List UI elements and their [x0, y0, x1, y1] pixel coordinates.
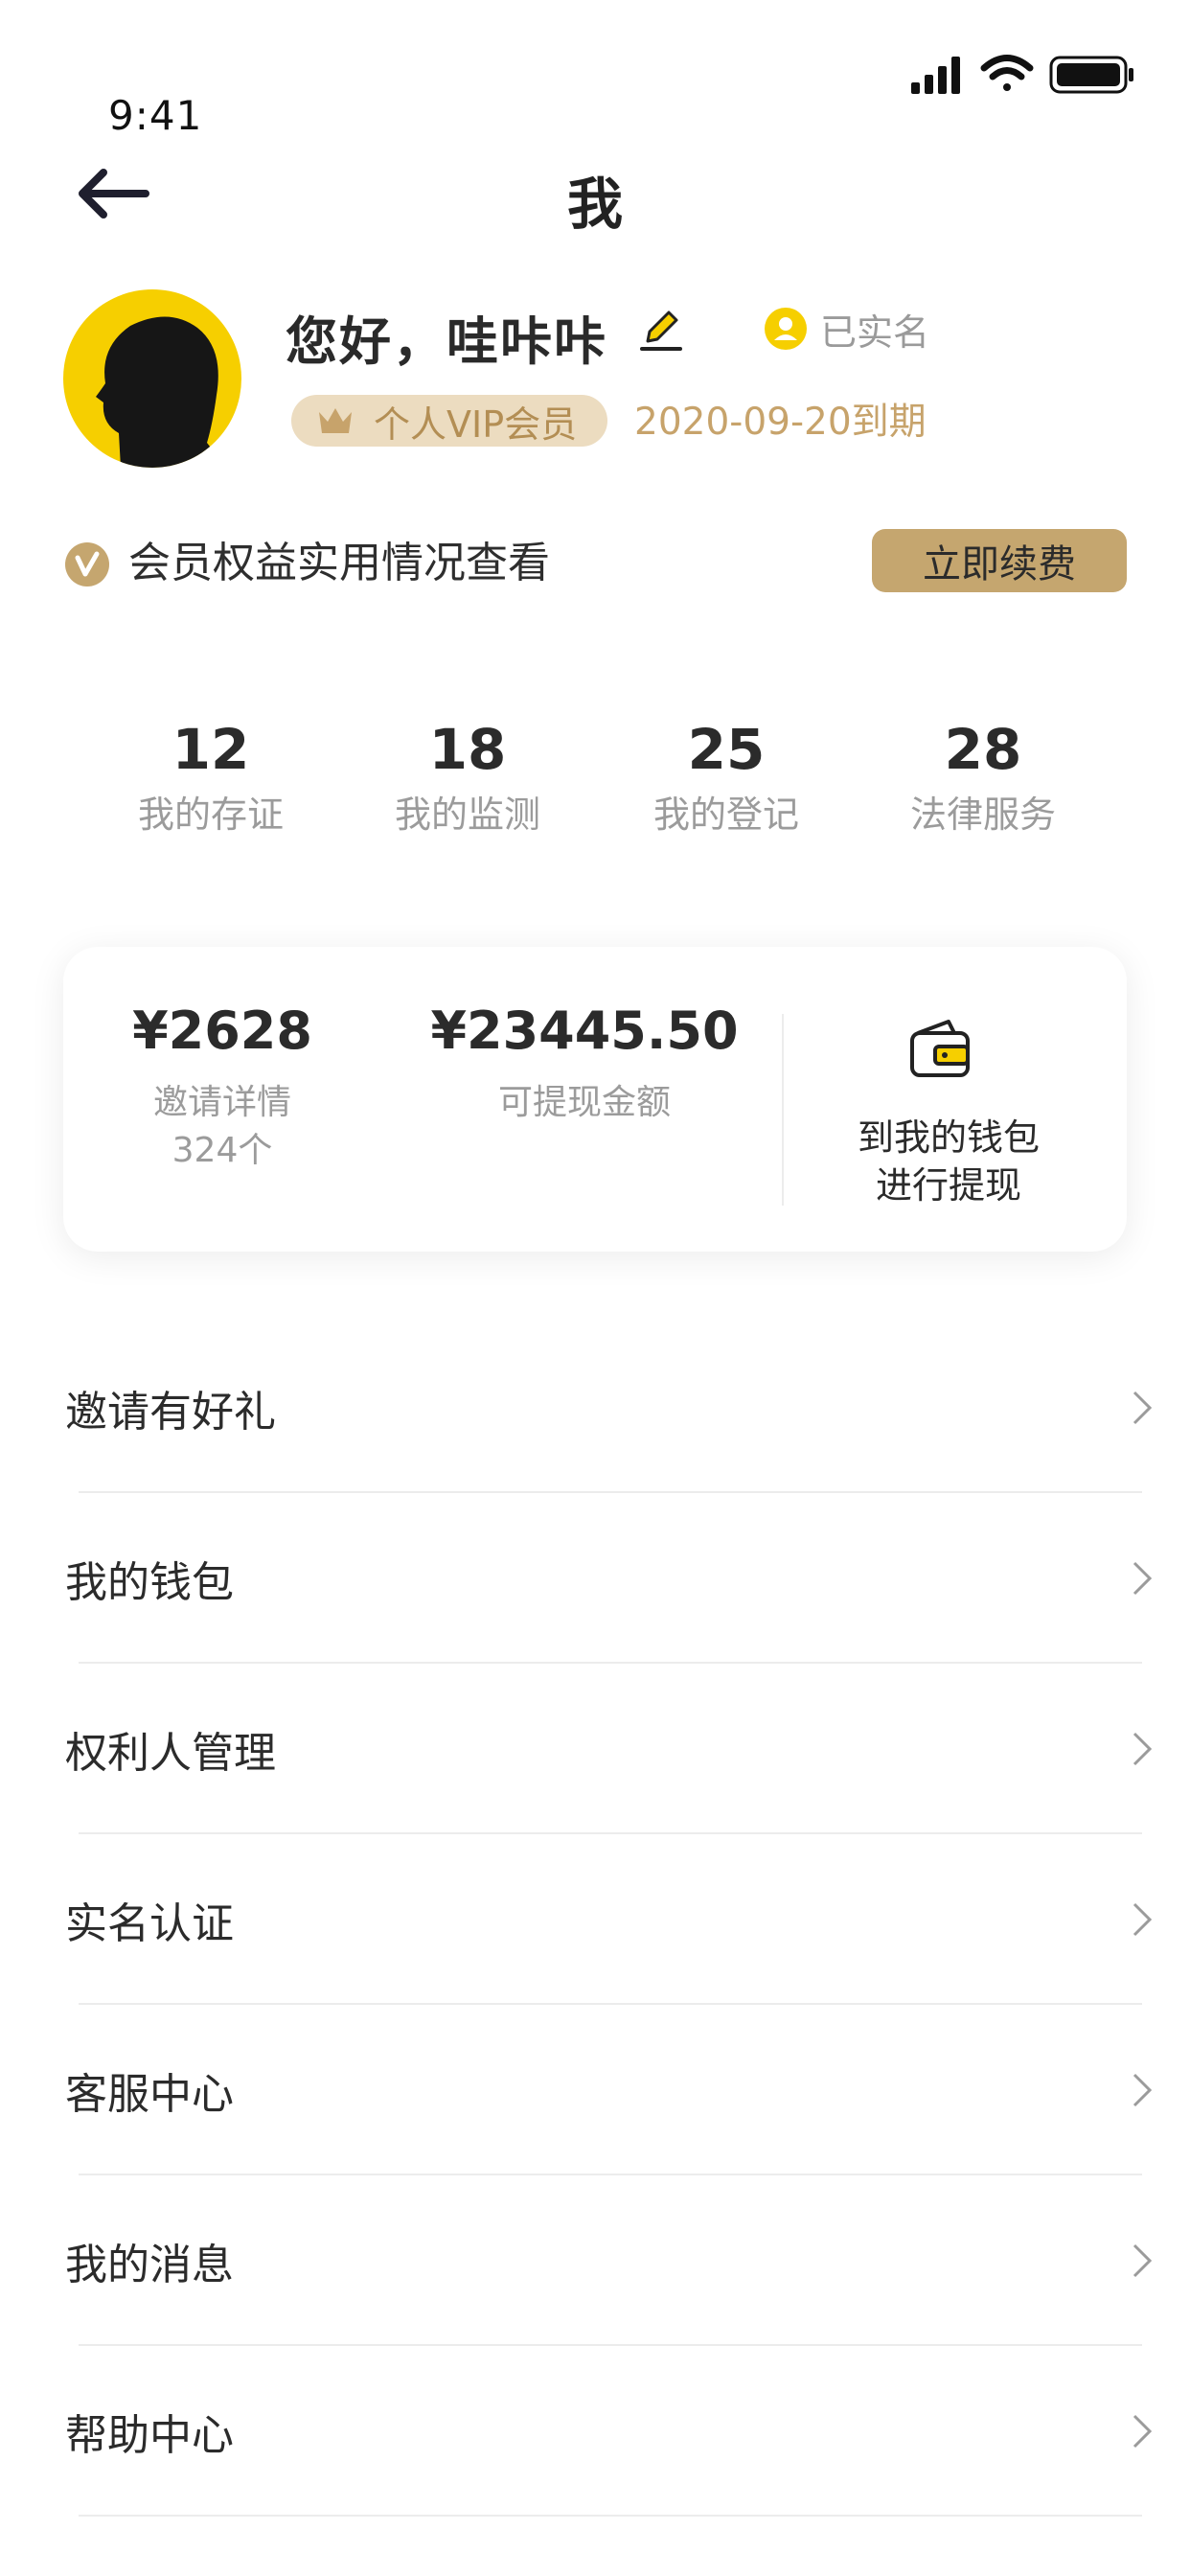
wifi-icon — [980, 55, 1034, 91]
chevron-right-icon — [1133, 1902, 1153, 1937]
menu-item-label: 我的钱包 — [65, 1558, 234, 1607]
invite-summary[interactable]: ¥2628 邀请详情 324个 — [107, 997, 337, 1175]
chevron-right-icon — [1133, 1732, 1153, 1766]
stat-legal[interactable]: 28 法律服务 — [878, 711, 1088, 841]
menu-item-label: 邀请有好礼 — [65, 1388, 276, 1437]
menu-item-label: 权利人管理 — [65, 1729, 276, 1778]
withdrawable-summary: ¥23445.50 可提现金额 — [412, 997, 757, 1127]
crown-icon — [319, 408, 352, 433]
menu-item-label: 客服中心 — [65, 2070, 234, 2119]
status-time: 9:41 — [108, 92, 203, 139]
stat-monitor[interactable]: 18 我的监测 — [362, 711, 573, 841]
card-divider — [782, 1014, 784, 1206]
stat-registration[interactable]: 25 我的登记 — [621, 711, 832, 841]
chevron-right-icon — [1133, 2073, 1153, 2107]
menu-item-label: 我的消息 — [65, 2241, 234, 2289]
greeting: 您好，哇咔咔 — [286, 311, 607, 372]
wallet-icon[interactable] — [906, 1018, 973, 1081]
invite-label: 邀请详情 — [152, 1083, 291, 1122]
stat-label: 我的监测 — [394, 794, 540, 836]
stat-value: 28 — [944, 717, 1022, 782]
page-title: 我 — [566, 172, 623, 237]
stat-value: 12 — [172, 717, 250, 782]
menu-item-help[interactable]: 帮助中心 — [0, 2346, 1190, 2517]
menu-item-rights-holder[interactable]: 权利人管理 — [0, 1664, 1190, 1834]
divider — [79, 2515, 1142, 2517]
expire-date: 2020-09-20到期 — [634, 401, 927, 444]
stat-label: 我的存证 — [137, 794, 284, 836]
withdrawable-amount: ¥23445.50 — [430, 1000, 739, 1061]
menu-item-wallet[interactable]: 我的钱包 — [0, 1493, 1190, 1664]
menu-item-real-name[interactable]: 实名认证 — [0, 1834, 1190, 2005]
edit-icon[interactable] — [636, 305, 686, 355]
stat-label: 法律服务 — [909, 794, 1056, 836]
chevron-right-icon — [1133, 2414, 1153, 2449]
stat-value: 25 — [687, 717, 766, 782]
signal-icon — [911, 57, 960, 94]
status-icons — [911, 55, 1133, 94]
stat-value: 18 — [428, 717, 507, 782]
menu-list: 邀请有好礼 我的钱包 权利人管理 实名认证 客服中心 我的消息 帮助中心 — [0, 1322, 1190, 2517]
verified-status: 已实名 — [765, 305, 930, 354]
invite-count: 324个 — [172, 1131, 273, 1170]
chevron-right-icon — [1133, 2243, 1153, 2278]
benefit-usage-link[interactable]: 会员权益实用情况查看 — [128, 533, 550, 594]
menu-item-customer-service[interactable]: 客服中心 — [0, 2005, 1190, 2175]
stat-deposit[interactable]: 12 我的存证 — [105, 711, 316, 841]
wallet-line-1: 到我的钱包 — [857, 1116, 1040, 1159]
wallet-withdraw-link[interactable]: 到我的钱包 进行提现 — [814, 1114, 1083, 1209]
user-verified-icon — [765, 308, 807, 350]
chevron-right-icon — [1133, 1391, 1153, 1425]
menu-item-messages[interactable]: 我的消息 — [0, 2175, 1190, 2346]
wallet-line-2: 进行提现 — [875, 1164, 1021, 1207]
withdrawable-label: 可提现金额 — [497, 1083, 671, 1122]
menu-item-label: 帮助中心 — [65, 2411, 234, 2460]
vip-badge: 个人VIP会员 — [291, 395, 608, 447]
battery-icon — [1049, 56, 1133, 94]
menu-item-label: 实名认证 — [65, 1899, 234, 1948]
verified-label: 已实名 — [820, 310, 930, 354]
vip-v-icon — [65, 542, 109, 586]
stat-label: 我的登记 — [652, 794, 799, 836]
menu-item-invite[interactable]: 邀请有好礼 — [0, 1322, 1190, 1493]
invite-amount: ¥2628 — [132, 1000, 312, 1061]
renew-button[interactable]: 立即续费 — [872, 529, 1127, 592]
vip-label: 个人VIP会员 — [374, 402, 578, 446]
avatar[interactable] — [63, 289, 241, 468]
chevron-right-icon — [1133, 1561, 1153, 1596]
